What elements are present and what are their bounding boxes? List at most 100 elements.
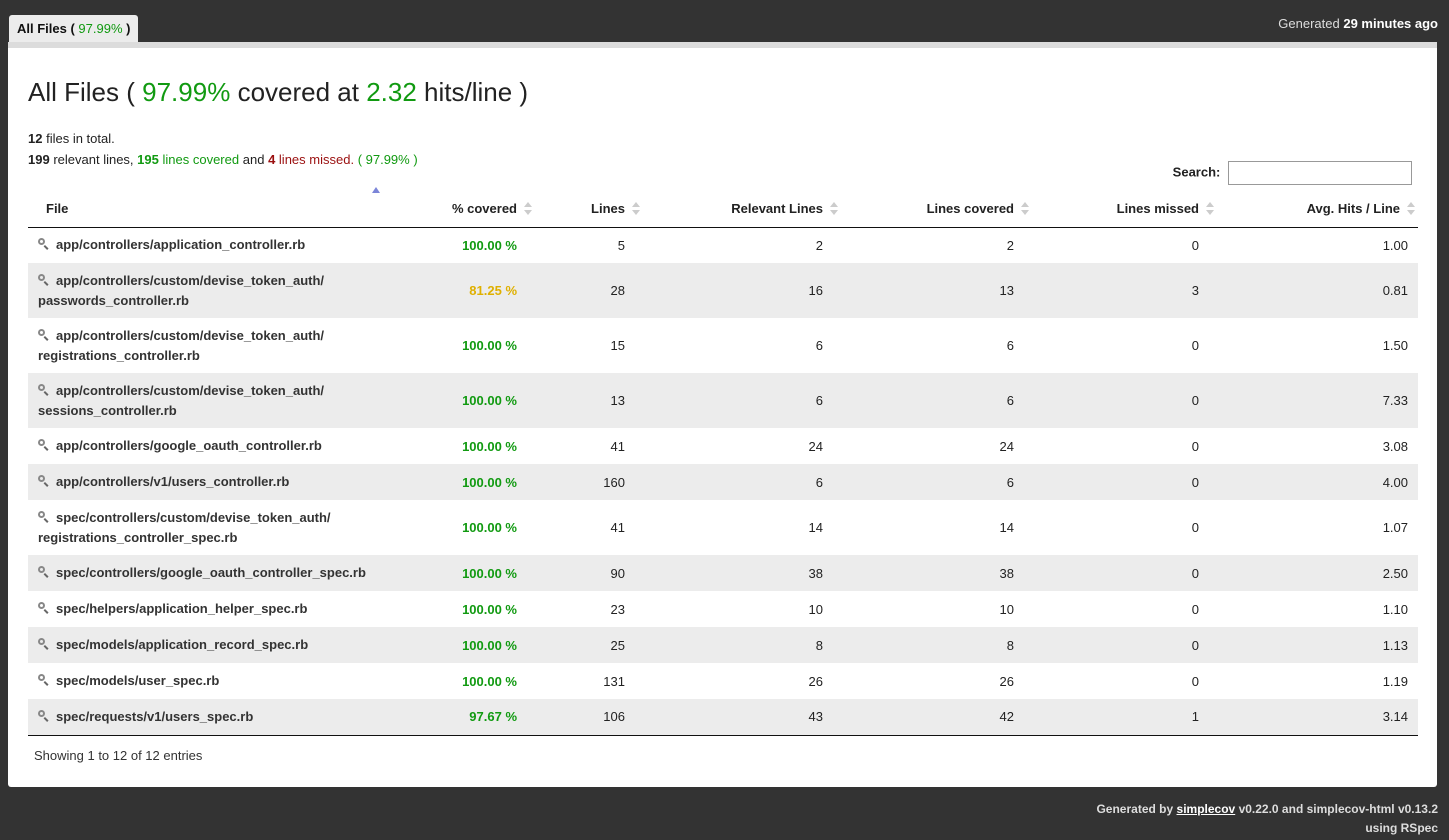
file-cell[interactable]: spec/requests/v1/users_spec.rb [28, 699, 380, 736]
files-total: 12 files in total. [28, 128, 418, 149]
lines-cell: 106 [535, 699, 643, 736]
missed-cell: 0 [1191, 338, 1199, 353]
footer-using: using RSpec [1365, 821, 1438, 835]
footer-line-1: Generated by simplecov v0.22.0 and simpl… [1096, 800, 1438, 819]
covered-cell: 6 [1006, 393, 1014, 408]
col-covered[interactable]: Lines covered [841, 191, 1032, 228]
lines-cell: 15 [610, 338, 625, 353]
pct-covered-cell: 100.00 % [462, 474, 517, 490]
sort-arrows-icon [1407, 202, 1415, 216]
file-name: spec/controllers/google_oauth_controller… [56, 565, 366, 580]
col-lines-label: Lines [591, 201, 625, 217]
file-cell[interactable]: app/controllers/custom/devise_token_auth… [28, 263, 380, 318]
tab-bar: All Files ( 97.99% ) Generated 29 minute… [0, 0, 1449, 42]
table-row[interactable]: app/controllers/application_controller.r… [28, 227, 1418, 263]
search-input[interactable] [1228, 161, 1412, 185]
tab-all-files[interactable]: All Files ( 97.99% ) [9, 15, 139, 42]
summary-pct: ( 97.99% ) [357, 152, 418, 167]
covered-cell: 42 [841, 699, 1032, 736]
table-row[interactable]: app/controllers/custom/devise_token_auth… [28, 318, 1418, 373]
file-name: spec/models/application_record_spec.rb [56, 637, 309, 652]
table-row[interactable]: app/controllers/v1/users_controller.rb 10… [28, 464, 1418, 500]
pct-covered-cell: 81.25 % [469, 283, 517, 298]
pct-covered-cell: 100.00 % [462, 673, 517, 689]
file-cell[interactable]: app/controllers/v1/users_controller.rb [28, 464, 380, 500]
missed-text: lines missed. [278, 152, 355, 167]
magnifier-icon [38, 238, 50, 250]
table-row[interactable]: spec/requests/v1/users_spec.rb 97.67 % 106… [28, 699, 1418, 736]
table-row[interactable]: app/controllers/custom/devise_token_auth… [28, 373, 1418, 428]
col-avg-hits[interactable]: Avg. Hits / Line [1217, 191, 1418, 228]
avg-hits-cell: 2.50 [1382, 565, 1408, 581]
avg-hits-cell: 1.07 [1382, 520, 1408, 535]
table-row[interactable]: spec/models/user_spec.rb 100.00 % 131 26 26 0… [28, 663, 1418, 699]
missed-cell: 0 [1191, 673, 1199, 689]
footer-gen-by: Generated by [1096, 802, 1174, 816]
magnifier-icon [38, 709, 50, 722]
magnifier-icon [38, 566, 50, 578]
file-name: app/controllers/v1/users_controller.rb [56, 474, 290, 489]
sort-arrows-icon [830, 202, 838, 216]
table-row[interactable]: app/controllers/custom/devise_token_auth… [28, 263, 1418, 318]
file-cell[interactable]: spec/controllers/google_oauth_controller… [28, 555, 380, 591]
table-row[interactable]: spec/models/application_record_spec.rb 10… [28, 627, 1418, 663]
file-cell[interactable]: app/controllers/custom/devise_token_auth… [28, 373, 380, 428]
file-name-cont: sessions_controller.rb [38, 402, 177, 418]
covered-cell: 26 [999, 673, 1014, 689]
file-name: spec/requests/v1/users_spec.rb [56, 708, 254, 724]
relevant-cell: 38 [808, 565, 823, 581]
relevant-cell: 6 [815, 338, 823, 353]
file-cell[interactable]: spec/models/application_record_spec.rb [28, 627, 380, 663]
relevant-cell: 6 [815, 393, 823, 408]
pct-covered-cell: 97.67 % [380, 699, 535, 736]
file-name-cont: registrations_controller_spec.rb [38, 529, 238, 545]
col-relevant-label: Relevant Lines [731, 201, 823, 217]
lines-cell: 25 [610, 637, 625, 653]
relevant-cell: 6 [815, 474, 823, 490]
table-row[interactable]: spec/controllers/google_oauth_controller… [28, 555, 1418, 591]
col-pct-label: % covered [451, 201, 517, 217]
covered-count: 195 [137, 152, 159, 167]
file-cell[interactable]: app/controllers/custom/devise_token_auth… [28, 318, 380, 373]
covered-cell: 8 [1006, 637, 1014, 653]
avg-hits-cell: 3.14 [1217, 699, 1418, 736]
missed-count: 4 [268, 152, 276, 167]
magnifier-icon [38, 510, 50, 523]
pct-covered-cell: 100.00 % [462, 393, 517, 408]
relevant-cell: 10 [808, 601, 823, 617]
file-name: app/controllers/application_controller.r… [56, 237, 306, 253]
covered-text: lines covered [162, 152, 240, 167]
sort-arrows-icon [1206, 202, 1214, 216]
file-cell[interactable]: spec/controllers/custom/devise_token_aut… [28, 500, 380, 555]
magnifier-icon [38, 273, 50, 286]
col-missed[interactable]: Lines missed [1032, 191, 1217, 228]
simplecov-link[interactable]: simplecov [1177, 802, 1236, 816]
table-row[interactable]: spec/helpers/application_helper_spec.rb 1… [28, 591, 1418, 627]
covered-cell: 2 [1006, 237, 1014, 253]
missed-cell: 1 [1032, 699, 1217, 736]
pct-covered-cell: 100.00 % [462, 237, 517, 253]
col-relevant[interactable]: Relevant Lines [643, 191, 841, 228]
missed-cell: 0 [1191, 474, 1199, 490]
table-row[interactable]: spec/controllers/custom/devise_token_aut… [28, 500, 1418, 555]
lines-cell: 41 [610, 438, 625, 454]
page-title: All Files ( 97.99% covered at 2.32 hits/… [28, 77, 528, 108]
missed-cell: 0 [1191, 520, 1199, 535]
footer-versions: v0.22.0 and simplecov-html v0.13.2 [1238, 802, 1438, 816]
and-text: and [242, 152, 265, 167]
col-lines[interactable]: Lines [535, 191, 643, 228]
generated-time: Generated 29 minutes ago [1278, 16, 1438, 31]
col-file[interactable]: File [28, 187, 380, 228]
relevant-cell: 2 [815, 237, 823, 253]
covered-cell: 14 [999, 520, 1014, 535]
covered-cell: 24 [999, 438, 1014, 454]
file-name: spec/models/user_spec.rb [56, 673, 220, 688]
avg-hits-cell: 7.33 [1382, 393, 1408, 408]
file-cell[interactable]: app/controllers/application_controller.r… [28, 227, 380, 263]
file-cell[interactable]: spec/helpers/application_helper_spec.rb [28, 591, 380, 627]
file-cell[interactable]: spec/models/user_spec.rb [28, 663, 380, 699]
files-count: 12 [28, 131, 43, 146]
file-cell[interactable]: app/controllers/google_oauth_controller.… [28, 428, 380, 464]
table-row[interactable]: app/controllers/google_oauth_controller.… [28, 428, 1418, 464]
col-pct-covered[interactable]: % covered [380, 191, 535, 228]
